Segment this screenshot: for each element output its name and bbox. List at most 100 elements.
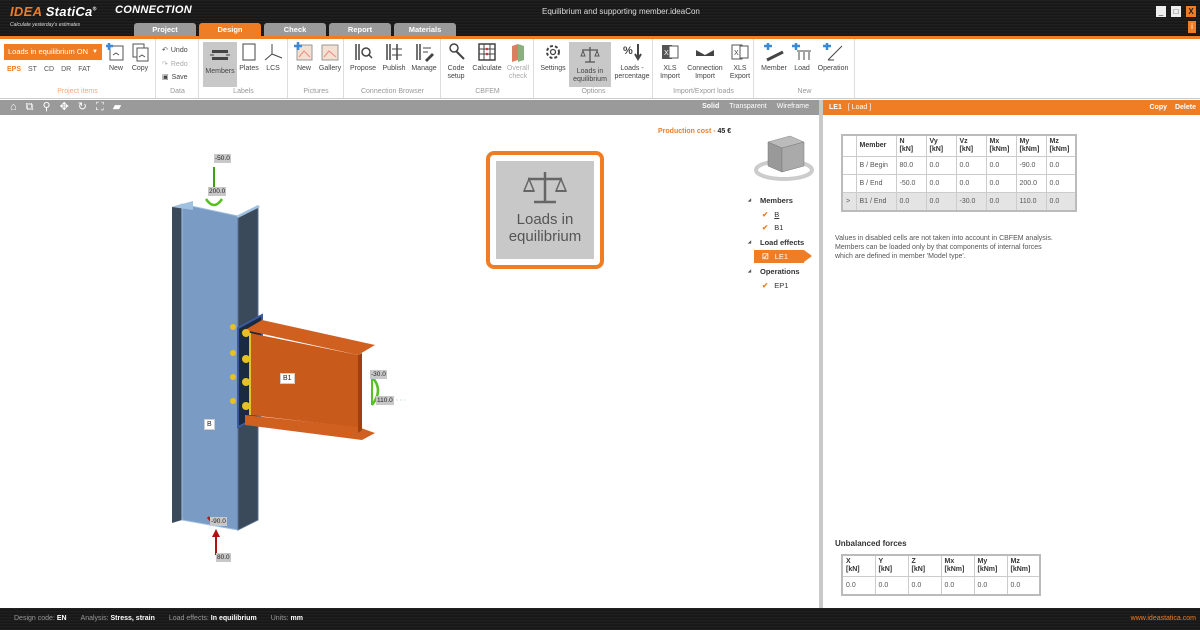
new-load-button[interactable]: Load xyxy=(791,42,813,73)
view-mode-transparent[interactable]: Transparent xyxy=(729,103,766,110)
cell-mx[interactable]: 0.0 xyxy=(985,192,1017,212)
cell-vy[interactable]: 0.0 xyxy=(925,156,957,175)
info-button[interactable]: i xyxy=(1188,21,1196,33)
group-label: Import/Export loads xyxy=(673,88,734,95)
gear-icon xyxy=(546,45,560,59)
new-operation-button[interactable]: Operation xyxy=(815,42,851,73)
checkbox-icon[interactable]: ✔ xyxy=(762,223,768,232)
zoom-icon[interactable]: ⚲ xyxy=(43,101,51,114)
cell-mz[interactable]: 0.0 xyxy=(1045,174,1077,193)
load-top-moment[interactable] xyxy=(204,198,224,207)
3d-viewport[interactable]: Production cost - 45 € -50.0 200.0 -30.0… xyxy=(0,115,819,608)
new-member-button[interactable]: Member xyxy=(758,42,790,73)
model-tree: Members ✔B ✔B1 Load effects ☑LE1 Operati… xyxy=(748,192,812,292)
close-button[interactable]: X xyxy=(1186,6,1196,17)
tab-check[interactable]: Check xyxy=(264,23,326,37)
code-fat[interactable]: FAT xyxy=(78,66,90,73)
col-z: Z [kN] xyxy=(907,554,942,577)
loads-in-equilibrium-button[interactable]: Loads in equilibrium xyxy=(569,42,611,87)
fit-icon[interactable]: ⛶ xyxy=(96,101,104,114)
home-icon[interactable]: ⌂ xyxy=(10,101,17,114)
manage-button[interactable]: Manage xyxy=(410,42,438,73)
cell-n[interactable]: -50.0 xyxy=(895,174,927,193)
checkbox-icon[interactable]: ✔ xyxy=(762,210,768,219)
minimize-button[interactable]: _ xyxy=(1156,6,1166,17)
loads-percentage-button[interactable]: % Loads - percentage xyxy=(613,42,651,81)
propose-button[interactable]: Propose xyxy=(349,42,377,73)
table-row[interactable]: B / Begin 80.0 0.0 0.0 0.0 -90.0 0.0 xyxy=(841,156,1077,175)
code-dr[interactable]: DR xyxy=(61,66,71,73)
save-button[interactable]: ▣ Save xyxy=(162,73,188,82)
view-icon[interactable]: ▰ xyxy=(113,101,121,114)
tree-item-b1[interactable]: ✔ B1 xyxy=(748,221,804,234)
tree-item-le1[interactable]: ☑ LE1 xyxy=(754,250,812,263)
cell-vz[interactable]: 0.0 xyxy=(955,174,987,193)
zoom-window-icon[interactable]: ⧉ xyxy=(26,101,34,114)
cell-mz[interactable]: 0.0 xyxy=(1045,156,1077,175)
cell-mz[interactable]: 0.0 xyxy=(1045,192,1077,212)
labels-lcs-button[interactable]: LCS xyxy=(262,42,284,73)
undo-icon: ↶ xyxy=(162,47,168,54)
checkbox-icon[interactable]: ✔ xyxy=(762,281,768,290)
tree-section-load-effects[interactable]: Load effects xyxy=(748,238,804,247)
cell-mx[interactable]: 0.0 xyxy=(985,156,1017,175)
navigation-cube[interactable] xyxy=(752,128,816,184)
calculate-button[interactable]: Calculate xyxy=(471,42,503,73)
table-row[interactable]: > B1 / End 0.0 0.0 -30.0 0.0 110.0 0.0 xyxy=(841,192,1077,212)
code-st[interactable]: ST xyxy=(28,66,37,73)
cell-vz[interactable]: 0.0 xyxy=(955,156,987,175)
code-eps[interactable]: EPS xyxy=(7,66,21,73)
xls-export-button[interactable]: X XLS Export xyxy=(727,42,753,81)
redo-button[interactable]: ↷ Redo xyxy=(162,60,188,69)
overall-check-button[interactable]: Overall check xyxy=(505,42,531,81)
new-item-button[interactable]: New xyxy=(105,42,127,73)
cell-vy[interactable]: 0.0 xyxy=(925,192,957,212)
status-design-code: Design code: EN xyxy=(14,615,67,622)
settings-button[interactable]: Settings xyxy=(538,42,568,73)
unbalanced-forces-title: Unbalanced forces xyxy=(835,539,907,548)
picture-new-button[interactable]: New xyxy=(293,42,315,73)
cell-mx[interactable]: 0.0 xyxy=(985,174,1017,193)
publish-button[interactable]: Publish xyxy=(380,42,408,73)
cell-my[interactable]: 200.0 xyxy=(1015,174,1047,193)
code-setup-button[interactable]: Code setup xyxy=(445,42,469,81)
copy-button[interactable]: Copy xyxy=(1149,100,1167,115)
tree-item-ep1[interactable]: ✔ EP1 xyxy=(748,279,804,292)
website-link[interactable]: www.ideastatica.com xyxy=(1131,608,1196,630)
project-item-dropdown[interactable]: Loads in equilibrium ON ▼ xyxy=(4,44,102,60)
cell-my[interactable]: 110.0 xyxy=(1015,192,1047,212)
picture-gallery-button[interactable]: Gallery xyxy=(318,42,342,73)
code-cd[interactable]: CD xyxy=(44,66,54,73)
connection-import-button[interactable]: Connection Import xyxy=(684,42,726,81)
rotate-icon[interactable]: ↻ xyxy=(78,101,87,114)
labels-plates-button[interactable]: Plates xyxy=(238,42,260,73)
tab-project[interactable]: Project xyxy=(134,23,196,37)
undo-button[interactable]: ↶ Undo xyxy=(162,46,188,55)
load-bottom-n-arrow[interactable] xyxy=(212,529,220,555)
group-labels: Members Plates LCS Labels xyxy=(200,39,288,98)
tab-design[interactable]: Design xyxy=(199,23,261,37)
delete-button[interactable]: Delete xyxy=(1175,100,1196,115)
cell-my[interactable]: -90.0 xyxy=(1015,156,1047,175)
table-row[interactable]: B / End -50.0 0.0 0.0 0.0 200.0 0.0 xyxy=(841,174,1077,193)
xls-import-button[interactable]: X XLS Import xyxy=(657,42,683,81)
cell-vy[interactable]: 0.0 xyxy=(925,174,957,193)
labels-members-button[interactable]: Members xyxy=(203,42,237,87)
tree-section-members[interactable]: Members xyxy=(748,196,804,205)
beam-b1[interactable] xyxy=(245,320,375,440)
cell-vz[interactable]: -30.0 xyxy=(955,192,987,212)
tab-report[interactable]: Report xyxy=(329,23,391,37)
cell-n[interactable]: 0.0 xyxy=(895,192,927,212)
maximize-button[interactable]: □ xyxy=(1171,6,1181,17)
view-mode-wireframe[interactable]: Wireframe xyxy=(777,103,809,110)
cell-n[interactable]: 80.0 xyxy=(895,156,927,175)
group-data: ↶ Undo ↷ Redo ▣ Save Data xyxy=(157,39,199,98)
copy-item-button[interactable]: Copy xyxy=(129,42,151,73)
tab-materials[interactable]: Materials xyxy=(394,23,456,37)
tree-item-b[interactable]: ✔ B xyxy=(748,208,804,221)
checkbox-icon[interactable]: ☑ xyxy=(762,252,769,261)
view-mode-solid[interactable]: Solid xyxy=(702,103,719,110)
tree-section-operations[interactable]: Operations xyxy=(748,267,804,276)
callout-text-line1: Loads in xyxy=(516,211,574,228)
pan-icon[interactable]: ✥ xyxy=(60,101,69,114)
